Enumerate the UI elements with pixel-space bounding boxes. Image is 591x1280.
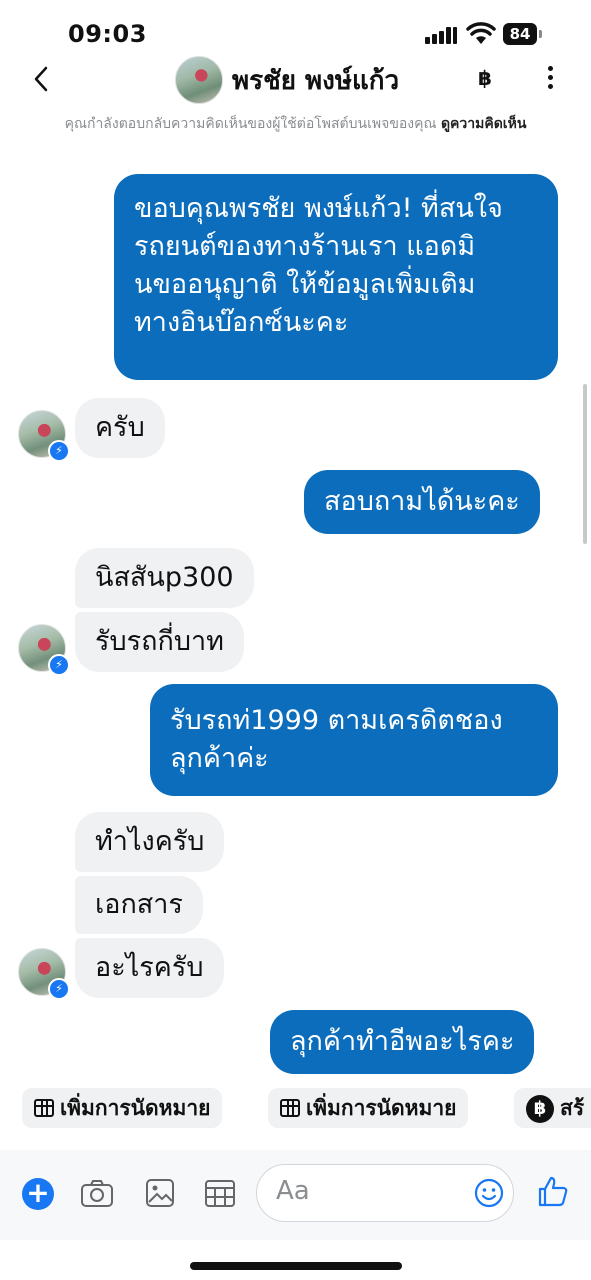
emoji-icon[interactable]: [474, 1178, 504, 1208]
battery-tip: [539, 30, 542, 38]
quick-reply-chip[interactable]: เพิ่มการนัดหมาย: [22, 1088, 223, 1128]
message-outgoing[interactable]: สอบถามได้นะคะ: [304, 470, 540, 534]
more-options-icon[interactable]: [548, 66, 554, 92]
messenger-badge-icon: ⚡: [48, 654, 70, 676]
back-chevron-icon[interactable]: [30, 64, 54, 94]
message-line: ลุกค้าค่ะ: [170, 743, 269, 774]
message-incoming[interactable]: ครับ: [75, 398, 165, 458]
battery-indicator: 84: [503, 23, 537, 45]
message-incoming[interactable]: ทำไงครับ: [75, 812, 225, 872]
message-line: รถยนต์ของทางร้านเรา แอดมิ: [134, 231, 476, 262]
scrollbar[interactable]: [583, 384, 587, 544]
chip-label: สร้: [560, 1096, 585, 1120]
chip-label: เพิ่มการนัดหมาย: [306, 1096, 457, 1120]
contact-avatar[interactable]: [175, 56, 223, 104]
contact-name[interactable]: พรชัย พงษ์แก้ว: [232, 60, 399, 101]
message-line: รับรถท่1999 ตามเครดิตชอง: [170, 705, 503, 736]
message-incoming[interactable]: นิสสันp300: [75, 548, 254, 608]
message-outgoing[interactable]: ลุกค้าทำอีพอะไรคะ: [270, 1010, 535, 1074]
quick-reply-chip[interactable]: ฿สร้: [514, 1088, 591, 1128]
reply-notice: คุณกำลังตอบกลับความคิดเห็นของผู้ใช้ต่อโพ…: [20, 114, 571, 134]
calendar-grid-icon[interactable]: [203, 1176, 237, 1210]
gallery-icon[interactable]: [143, 1176, 177, 1210]
status-time: 09:03: [68, 20, 147, 48]
notice-text: คุณกำลังตอบกลับความคิดเห็นของผู้ใช้ต่อโพ…: [64, 116, 437, 132]
view-comment-link[interactable]: ดูความคิดเห็น: [441, 116, 526, 132]
home-indicator[interactable]: [190, 1262, 402, 1270]
message-input-placeholder: Aa: [276, 1176, 310, 1206]
messenger-badge-icon: ⚡: [48, 978, 70, 1000]
message-incoming[interactable]: เอกสาร: [75, 876, 203, 934]
message-incoming[interactable]: อะไรครับ: [75, 938, 224, 998]
chip-label: เพิ่มการนัดหมาย: [60, 1096, 211, 1120]
cellular-signal-icon: [425, 26, 459, 44]
thumbs-up-icon[interactable]: [536, 1174, 570, 1208]
baht-icon: ฿: [526, 1095, 554, 1123]
message-incoming[interactable]: รับรถกี่บาท: [75, 612, 244, 672]
message-line: ขอบคุณพรชัย พงษ์แก้ว! ที่สนใจ: [134, 193, 503, 224]
calendar-icon: [34, 1099, 54, 1117]
message-line: ทางอินบ๊อกซ์นะคะ: [134, 307, 349, 338]
messenger-badge-icon: ⚡: [48, 440, 70, 462]
calendar-icon: [280, 1099, 300, 1117]
message-line: นขออนุญาติ ให้ข้อมูลเพิ่มเติม: [134, 269, 476, 300]
message-outgoing[interactable]: รับรถท่1999 ตามเครดิตชอง ลุกค้าค่ะ: [150, 684, 558, 796]
wifi-icon: [466, 22, 496, 44]
plus-icon[interactable]: +: [22, 1178, 54, 1210]
camera-icon[interactable]: [80, 1176, 114, 1210]
baht-payment-icon[interactable]: ฿: [478, 66, 492, 90]
quick-reply-chip[interactable]: เพิ่มการนัดหมาย: [268, 1088, 469, 1128]
message-outgoing[interactable]: ขอบคุณพรชัย พงษ์แก้ว! ที่สนใจ รถยนต์ของท…: [114, 174, 558, 380]
